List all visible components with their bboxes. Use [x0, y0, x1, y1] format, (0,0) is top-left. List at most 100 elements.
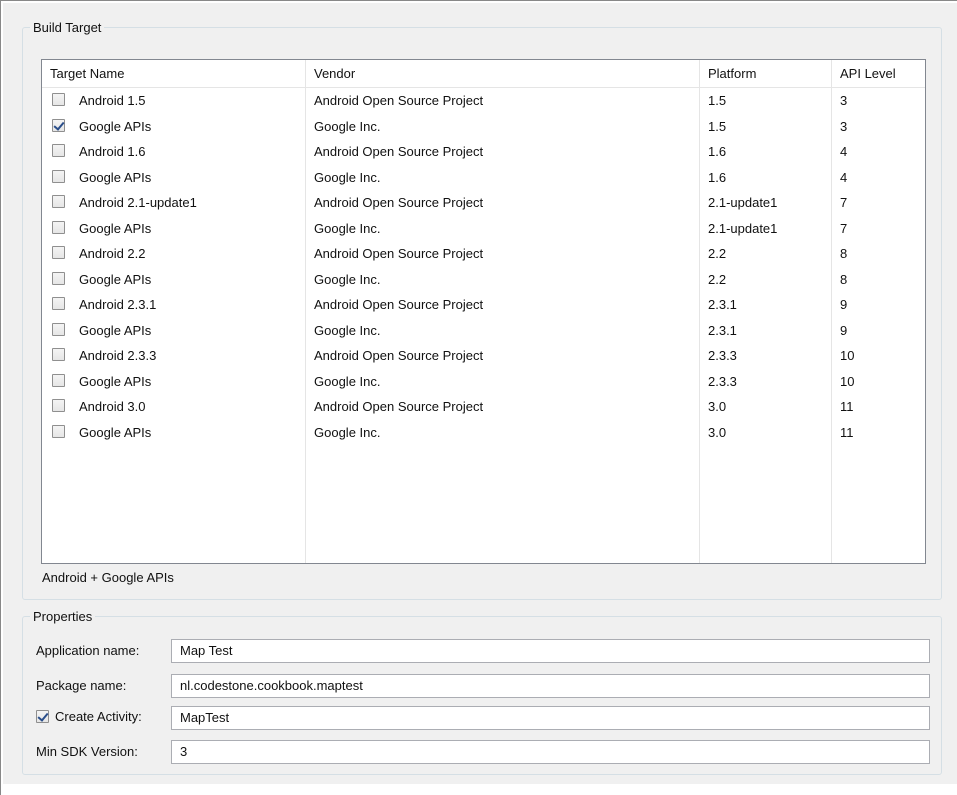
- target-name-cell: Android 2.1-update1: [79, 195, 197, 210]
- api-level-cell: 7: [840, 220, 848, 236]
- target-name-cell: Google APIs: [79, 322, 152, 338]
- api-level-cell: 9: [840, 297, 848, 312]
- min-sdk-label: Min SDK Version:: [36, 744, 138, 759]
- platform-cell: 2.3.1: [708, 297, 737, 312]
- platform-cell: 3.0: [708, 424, 727, 440]
- api-level-cell: 8: [840, 246, 848, 261]
- api-level-cell: 9: [840, 322, 848, 338]
- api-level-cell: 3: [840, 118, 848, 134]
- target-checkbox[interactable]: [52, 118, 65, 132]
- create-activity-field[interactable]: MapTest: [171, 706, 930, 730]
- create-activity-checkbox[interactable]: [36, 710, 49, 723]
- target-name-cell: Android 2.3.1: [79, 297, 157, 312]
- table-row[interactable]: Android 3.0 Android Open Source Project 3.…: [42, 394, 925, 419]
- vendor-cell: Android Open Source Project: [314, 348, 484, 363]
- column-header-api-level[interactable]: API Level: [832, 60, 925, 87]
- table-row[interactable]: Google APIs Google Inc. 2.1-update1 7: [42, 216, 925, 241]
- create-activity-check-icon: [36, 710, 49, 723]
- platform-cell: 1.5: [708, 93, 727, 108]
- target-name-cell: Android 3.0: [79, 399, 146, 414]
- column-header-target-name[interactable]: Target Name: [42, 60, 305, 87]
- table-row[interactable]: Android 2.3.3 Android Open Source Project…: [42, 343, 925, 368]
- window-top-border: [0, 0, 957, 1]
- platform-cell: 2.1-update1: [708, 195, 778, 210]
- application-name-label: Application name:: [36, 643, 140, 658]
- target-checkbox[interactable]: [52, 297, 65, 310]
- target-checkbox[interactable]: [52, 144, 65, 157]
- api-level-cell: 4: [840, 144, 848, 159]
- vendor-cell: Google Inc.: [314, 220, 381, 236]
- platform-cell: 2.2: [708, 271, 727, 287]
- target-checkbox[interactable]: [52, 424, 65, 438]
- vendor-cell: Google Inc.: [314, 271, 381, 287]
- target-checkbox[interactable]: [52, 322, 65, 336]
- column-header-vendor[interactable]: Vendor: [306, 60, 699, 87]
- application-name-field[interactable]: Map Test: [171, 639, 930, 663]
- table-row[interactable]: Google APIs Google Inc. 1.5 3: [42, 114, 925, 139]
- target-checkbox[interactable]: [52, 348, 65, 361]
- build-target-table[interactable]: Target Name Vendor Platform API Level An…: [41, 59, 926, 564]
- target-checkbox[interactable]: [52, 195, 65, 208]
- api-level-cell: 3: [840, 93, 848, 108]
- vendor-cell: Android Open Source Project: [314, 246, 484, 261]
- target-checkbox[interactable]: [52, 93, 65, 106]
- platform-cell: 2.3.3: [708, 348, 737, 363]
- api-level-cell: 7: [840, 195, 848, 210]
- vendor-cell: Google Inc.: [314, 373, 381, 389]
- api-level-cell: 11: [840, 424, 854, 440]
- platform-cell: 1.5: [708, 118, 727, 134]
- vendor-cell: Google Inc.: [314, 118, 381, 134]
- target-checkbox[interactable]: [52, 399, 65, 412]
- properties-legend: Properties: [33, 609, 93, 624]
- package-name-label: Package name:: [36, 678, 127, 693]
- table-row[interactable]: Google APIs Google Inc. 3.0 11: [42, 420, 925, 445]
- platform-cell: 2.3.1: [708, 322, 737, 338]
- target-name-cell: Android 2.3.3: [79, 348, 157, 363]
- table-row[interactable]: Google APIs Google Inc. 2.3.1 9: [42, 318, 925, 343]
- target-name-cell: Android 1.6: [79, 144, 146, 159]
- create-activity-label[interactable]: Create Activity:: [55, 706, 142, 728]
- vendor-cell: Android Open Source Project: [314, 399, 484, 414]
- platform-cell: 1.6: [708, 169, 727, 185]
- table-row[interactable]: Google APIs Google Inc. 2.3.3 10: [42, 369, 925, 394]
- target-name-cell: Google APIs: [79, 220, 152, 236]
- target-description: Android + Google APIs: [42, 570, 174, 585]
- platform-cell: 3.0: [708, 399, 727, 414]
- target-checkbox[interactable]: [52, 246, 65, 259]
- target-name-cell: Google APIs: [79, 424, 152, 440]
- platform-cell: 2.3.3: [708, 373, 737, 389]
- vendor-cell: Google Inc.: [314, 424, 381, 440]
- table-row[interactable]: Google APIs Google Inc. 1.6 4: [42, 165, 925, 190]
- window-left-border: [0, 0, 1, 795]
- target-checkbox[interactable]: [52, 271, 65, 285]
- target-checkbox[interactable]: [52, 220, 65, 234]
- api-level-cell: 10: [840, 373, 855, 389]
- api-level-cell: 8: [840, 271, 848, 287]
- table-row[interactable]: Android 2.1-update1 Android Open Source P…: [42, 190, 925, 215]
- build-target-legend: Build Target: [33, 20, 102, 35]
- column-header-platform[interactable]: Platform: [700, 60, 831, 87]
- table-row[interactable]: Android 1.5 Android Open Source Project 1.…: [42, 88, 925, 113]
- table-row[interactable]: Android 2.2 Android Open Source Project 2.…: [42, 241, 925, 266]
- platform-cell: 2.2: [708, 246, 727, 261]
- target-name-cell: Google APIs: [79, 271, 152, 287]
- table-row[interactable]: Google APIs Google Inc. 2.2 8: [42, 267, 925, 292]
- target-name-cell: Google APIs: [79, 118, 152, 134]
- min-sdk-field[interactable]: 3: [171, 740, 930, 764]
- api-level-cell: 4: [840, 169, 848, 185]
- table-row[interactable]: Android 1.6 Android Open Source Project 1.…: [42, 139, 925, 164]
- table-row[interactable]: Android 2.3.1 Android Open Source Project…: [42, 292, 925, 317]
- target-checkbox[interactable]: [52, 373, 65, 387]
- target-name-cell: Google APIs: [79, 169, 152, 185]
- api-level-cell: 11: [840, 399, 854, 414]
- package-name-field[interactable]: nl.codestone.cookbook.maptest: [171, 674, 930, 698]
- target-checkbox[interactable]: [52, 169, 65, 183]
- vendor-cell: Google Inc.: [314, 322, 381, 338]
- vendor-cell: Android Open Source Project: [314, 297, 484, 312]
- platform-cell: 1.6: [708, 144, 727, 159]
- target-name-cell: Android 1.5: [79, 93, 146, 108]
- vendor-cell: Android Open Source Project: [314, 195, 484, 210]
- target-name-cell: Google APIs: [79, 373, 152, 389]
- vendor-cell: Android Open Source Project: [314, 144, 484, 159]
- api-level-cell: 10: [840, 348, 855, 363]
